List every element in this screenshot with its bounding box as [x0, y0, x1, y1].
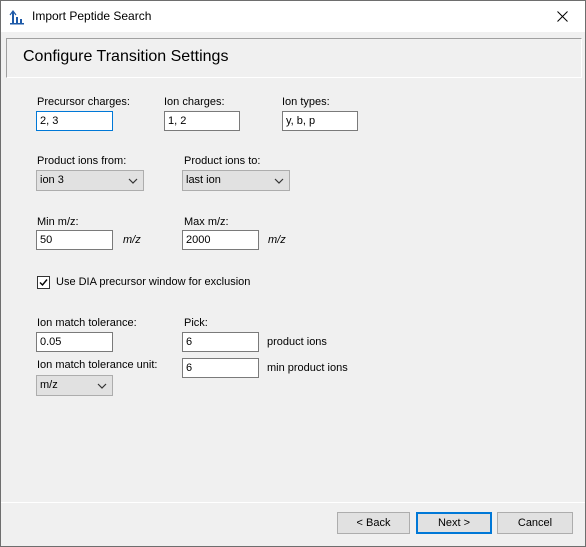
- chevron-down-icon: [97, 383, 107, 389]
- max-mz-label: Max m/z:: [184, 216, 229, 228]
- pick-product-ions-input[interactable]: [182, 332, 259, 352]
- min-mz-unit: m/z: [123, 234, 141, 246]
- footer-divider: [1, 502, 585, 503]
- min-product-ions-suffix: min product ions: [267, 362, 348, 374]
- dialog-window: Import Peptide Search Configure Transiti…: [0, 0, 586, 547]
- next-button[interactable]: Next >: [416, 512, 492, 534]
- cancel-button[interactable]: Cancel: [497, 512, 573, 534]
- dia-exclusion-label: Use DIA precursor window for exclusion: [56, 276, 251, 288]
- product-ions-suffix: product ions: [267, 336, 327, 348]
- dia-exclusion-checkbox[interactable]: [37, 276, 50, 289]
- back-button[interactable]: < Back: [337, 512, 410, 534]
- pick-label: Pick:: [184, 317, 208, 329]
- max-mz-unit: m/z: [268, 234, 286, 246]
- ion-match-tolerance-unit-label: Ion match tolerance unit:: [37, 359, 158, 371]
- product-ions-to-value: last ion: [186, 174, 221, 186]
- ion-types-label: Ion types:: [282, 96, 330, 108]
- ion-charges-label: Ion charges:: [164, 96, 225, 108]
- ion-match-tolerance-unit-select[interactable]: m/z: [36, 375, 113, 396]
- min-product-ions-input[interactable]: [182, 358, 259, 378]
- ion-charges-input[interactable]: [164, 111, 240, 131]
- chevron-down-icon: [128, 178, 138, 184]
- ion-match-tolerance-label: Ion match tolerance:: [37, 317, 137, 329]
- max-mz-input[interactable]: [182, 230, 259, 250]
- peptide-chart-icon: [9, 9, 25, 25]
- chevron-down-icon: [274, 178, 284, 184]
- header-panel: Configure Transition Settings: [6, 38, 582, 78]
- checkmark-icon: [39, 279, 48, 287]
- min-mz-label: Min m/z:: [37, 216, 79, 228]
- product-ions-from-select[interactable]: ion 3: [36, 170, 144, 191]
- close-icon[interactable]: [539, 1, 585, 32]
- ion-types-input[interactable]: [282, 111, 358, 131]
- window-title: Import Peptide Search: [32, 9, 152, 23]
- precursor-charges-input[interactable]: [36, 111, 113, 131]
- product-ions-from-value: ion 3: [40, 174, 64, 186]
- min-mz-input[interactable]: [36, 230, 113, 250]
- product-ions-to-label: Product ions to:: [184, 155, 261, 167]
- page-title: Configure Transition Settings: [23, 48, 229, 65]
- product-ions-to-select[interactable]: last ion: [182, 170, 290, 191]
- precursor-charges-label: Precursor charges:: [37, 96, 130, 108]
- ion-match-tolerance-input[interactable]: [36, 332, 113, 352]
- product-ions-from-label: Product ions from:: [37, 155, 127, 167]
- ion-match-tolerance-unit-value: m/z: [40, 379, 58, 391]
- title-bar: Import Peptide Search: [1, 1, 585, 32]
